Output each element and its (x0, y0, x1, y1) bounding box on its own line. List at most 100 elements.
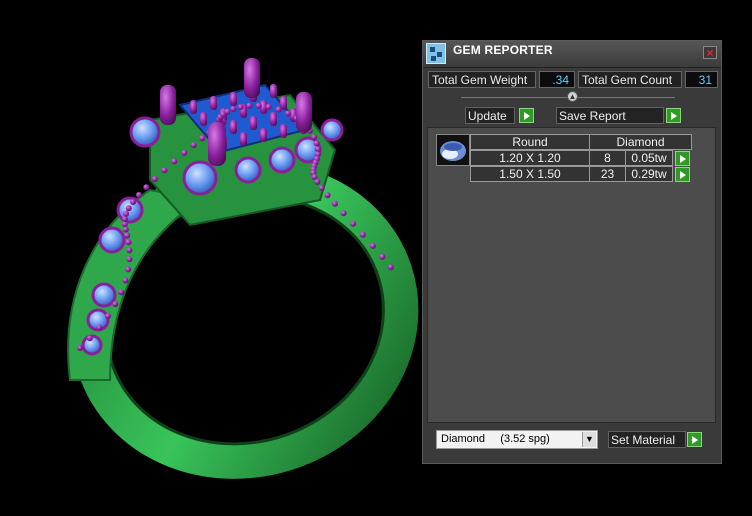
side-gem (182, 160, 218, 196)
small-prong (210, 96, 217, 110)
3d-viewport[interactable] (0, 0, 420, 516)
gem-weight-cell: 0.05tw (625, 150, 673, 166)
bead (125, 205, 132, 212)
bead (275, 106, 282, 113)
total-gem-weight-value: .34 (539, 71, 575, 88)
bead (318, 185, 325, 191)
bead (151, 176, 158, 182)
select-row-play-icon[interactable] (675, 151, 690, 166)
update-play-icon[interactable] (519, 108, 534, 123)
bead (311, 134, 318, 141)
ring-render (67, 58, 419, 479)
bead (379, 253, 386, 260)
bead (255, 102, 262, 109)
gem-weight-cell: 0.29tw (625, 166, 673, 182)
title-bar[interactable]: GEM REPORTER × (423, 41, 721, 68)
bead (77, 345, 83, 351)
bead (190, 142, 197, 149)
bead (387, 264, 394, 271)
bead (126, 247, 133, 254)
small-prong (190, 100, 197, 114)
small-prong (240, 132, 247, 146)
set-material-play-icon[interactable] (687, 432, 702, 447)
side-gem (268, 146, 296, 174)
small-prong (280, 124, 287, 138)
bead (360, 231, 366, 238)
small-prong (250, 116, 257, 130)
bead (123, 210, 130, 217)
total-gem-weight-label: Total Gem Weight (428, 71, 536, 88)
bead (126, 256, 133, 263)
bead (265, 103, 272, 110)
bead (125, 266, 132, 273)
bead (369, 242, 376, 249)
bead (332, 200, 338, 207)
update-button[interactable]: Update (465, 107, 515, 124)
save-report-play-icon[interactable] (666, 108, 681, 123)
small-prong (270, 84, 277, 98)
gem-list: Round Diamond 1.20 X 1.20 8 0.05tw 1.50 … (427, 127, 716, 423)
bead (125, 239, 132, 246)
bead (199, 135, 206, 142)
bead (246, 102, 253, 109)
bead (350, 220, 357, 227)
side-gem (91, 282, 117, 308)
gem-count-cell: 23 (589, 166, 626, 182)
bead (237, 104, 244, 110)
gem-size-cell: 1.20 X 1.20 (470, 150, 590, 166)
bead (122, 226, 129, 233)
bead (121, 216, 128, 222)
bead (96, 324, 103, 331)
bead (314, 178, 321, 185)
side-gem (234, 156, 262, 184)
bead (171, 158, 178, 165)
corner-prong (160, 85, 176, 125)
bead (143, 184, 150, 191)
material-dropdown[interactable]: Diamond (3.52 spg) ▼ (436, 430, 598, 449)
bead (181, 149, 188, 156)
set-material-button[interactable]: Set Material (608, 431, 686, 448)
bead (130, 199, 137, 205)
bead (112, 301, 119, 308)
total-gem-count-label: Total Gem Count (578, 71, 682, 88)
bead (105, 313, 111, 319)
chevron-down-icon[interactable]: ▼ (582, 432, 596, 447)
gem-shape-header: Round (470, 134, 590, 150)
bead (230, 106, 237, 112)
select-row-play-icon[interactable] (675, 167, 690, 182)
bead (118, 289, 125, 296)
bead (86, 335, 93, 342)
slider-knob-icon[interactable]: ▲ (567, 91, 578, 102)
bead (122, 277, 129, 284)
small-prong (230, 92, 237, 106)
side-gem (320, 118, 344, 142)
bead (224, 108, 231, 115)
bead (161, 167, 168, 174)
small-prong (230, 120, 237, 134)
corner-prong (208, 122, 226, 166)
material-selected-value: Diamond (3.52 spg) (441, 433, 550, 445)
gem-reporter-panel: GEM REPORTER × Total Gem Weight .34 Tota… (422, 40, 722, 464)
small-prong (200, 112, 207, 126)
gem-reporter-app-icon (426, 43, 446, 64)
corner-prong (244, 58, 260, 98)
side-gem (98, 226, 126, 254)
round-gem-icon[interactable] (436, 134, 470, 166)
bead (136, 192, 142, 198)
bead (313, 140, 320, 147)
small-prong (260, 128, 267, 142)
gem-material-header: Diamond (589, 134, 692, 150)
total-gem-count-value: 31 (685, 71, 718, 88)
save-report-button[interactable]: Save Report (556, 107, 664, 124)
side-gem (129, 116, 161, 148)
bead (285, 110, 291, 117)
corner-prong (296, 92, 312, 132)
gem-size-cell: 1.50 X 1.50 (470, 166, 590, 182)
bead (324, 192, 331, 199)
bead (124, 232, 131, 239)
gem-count-cell: 8 (589, 150, 626, 166)
bead (340, 210, 347, 217)
small-prong (270, 112, 277, 126)
panel-title: GEM REPORTER (453, 43, 553, 57)
close-button[interactable]: × (703, 46, 717, 59)
